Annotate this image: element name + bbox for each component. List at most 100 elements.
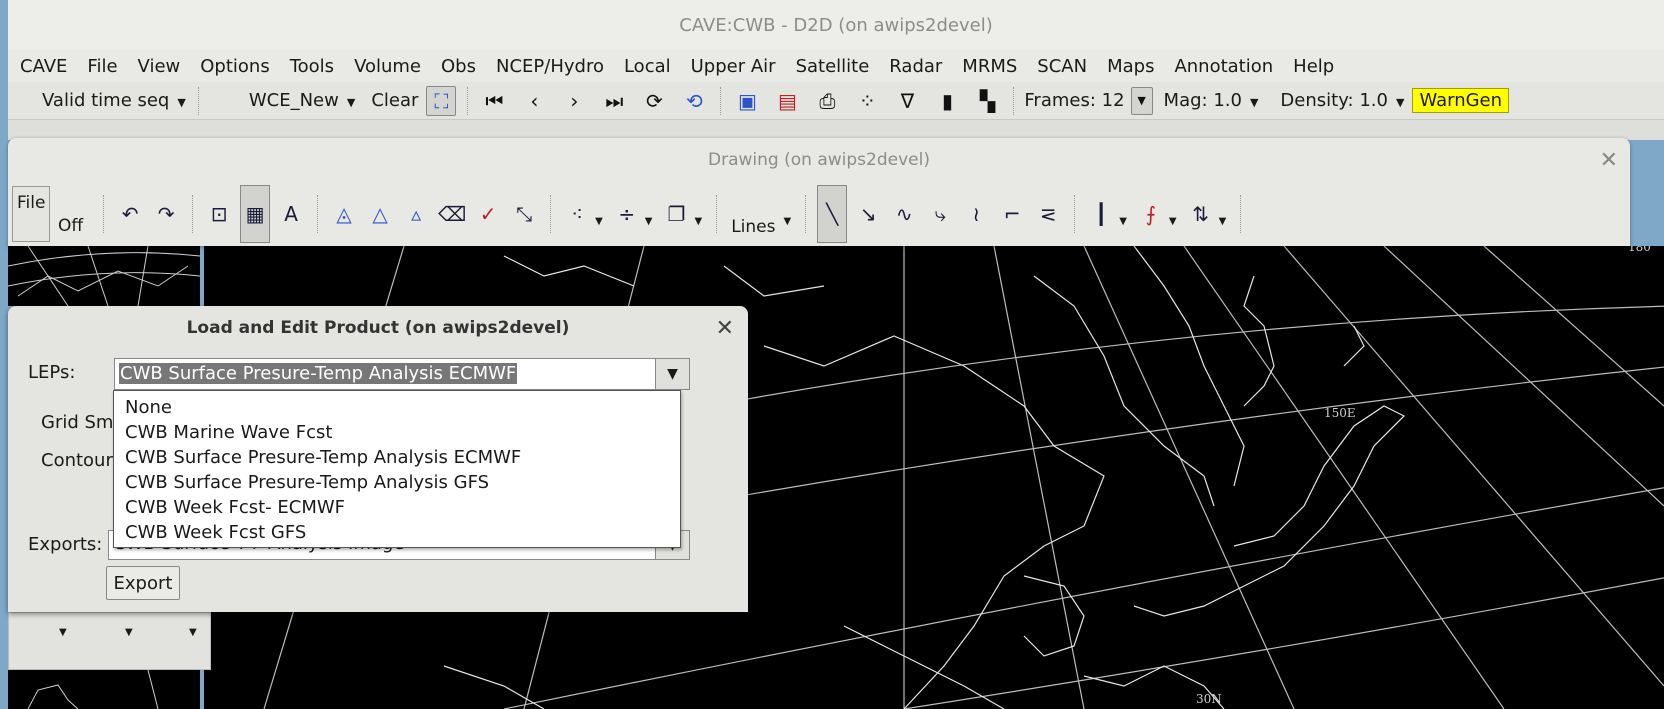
print-icon[interactable]: ⎙: [812, 86, 842, 116]
leps-value[interactable]: CWB Surface Presure-Temp Analysis ECMWF: [115, 359, 655, 389]
menu-view[interactable]: View: [126, 56, 189, 77]
menu-file[interactable]: File: [75, 56, 125, 77]
move-icon[interactable]: △: [365, 196, 395, 232]
undo-icon[interactable]: ↶: [115, 196, 145, 232]
auto-update-icon[interactable]: ⟲: [679, 86, 709, 116]
fullscreen-icon[interactable]: ⛶: [426, 85, 457, 116]
panel-four-icon[interactable]: ▚: [972, 86, 1002, 116]
arrow-icon[interactable]: ↘: [853, 196, 883, 232]
warngen-button[interactable]: WarnGen: [1412, 88, 1510, 113]
curve-arrow-icon[interactable]: ⤷: [925, 196, 955, 232]
symbols-icon[interactable]: ⁖: [562, 196, 592, 232]
front-icon[interactable]: ÷: [612, 196, 642, 232]
squiggle-icon[interactable]: ≀: [961, 196, 991, 232]
inset-map-top[interactable]: [7, 245, 201, 307]
time-mode-select[interactable]: Valid time seq ▼: [42, 90, 186, 111]
select-icon[interactable]: ⊡: [204, 196, 234, 232]
dropdown-option-week-ecmwf[interactable]: CWB Week Fcst- ECMWF: [114, 495, 680, 520]
redo-icon[interactable]: ↷: [151, 196, 181, 232]
menu-help[interactable]: Help: [1281, 56, 1342, 77]
mag-select[interactable]: Mag: 1.0 ▼: [1164, 90, 1259, 111]
menu-satellite[interactable]: Satellite: [784, 56, 878, 77]
image-icon[interactable]: ▤: [772, 86, 802, 116]
toolbar-separator: [317, 195, 319, 233]
menu-mrms[interactable]: MRMS: [950, 56, 1025, 77]
lon-150e-label: 150E: [1324, 406, 1356, 420]
first-frame-icon[interactable]: ⏮: [479, 86, 509, 116]
curve-icon[interactable]: ∿: [889, 196, 919, 232]
menu-scan[interactable]: SCAN: [1025, 56, 1095, 77]
grid-icon[interactable]: ▦: [240, 185, 271, 243]
layers-icon[interactable]: ▣: [732, 86, 762, 116]
chevron-down-icon[interactable]: ▼: [695, 216, 703, 227]
inset-graticule: [7, 245, 201, 307]
menu-radar[interactable]: Radar: [877, 56, 950, 77]
menu-upper-air[interactable]: Upper Air: [679, 56, 784, 77]
chevron-down-icon[interactable]: ▼: [1169, 216, 1177, 227]
leps-combobox[interactable]: CWB Surface Presure-Temp Analysis ECMWF …: [114, 358, 690, 390]
menu-ncep-hydro[interactable]: NCEP/Hydro: [484, 56, 612, 77]
export-button[interactable]: Export: [106, 566, 180, 600]
chevron-down-icon[interactable]: ▼: [189, 627, 197, 638]
multi-select-icon[interactable]: ◬: [329, 196, 359, 232]
dropdown-option-week-gfs[interactable]: CWB Week Fcst GFS: [114, 520, 680, 545]
box-icon[interactable]: ❐: [662, 196, 692, 232]
drawing-toolbar: File Off ↶ ↷ ⊡ ▦ A ◬ △ ▵ ⌫ ✓ ⤡ ⁖ ▼ ÷ ▼ ❐ ▼ …: [8, 182, 1630, 246]
connect-icon[interactable]: ✓: [473, 196, 503, 232]
step-back-icon[interactable]: ‹: [519, 86, 549, 116]
chevron-down-icon[interactable]: ▼: [1119, 216, 1127, 227]
dropdown-option-marine-wave[interactable]: CWB Marine Wave Fcst: [114, 420, 680, 445]
clear-button[interactable]: Clear: [371, 90, 418, 111]
chevron-down-icon[interactable]: ▼: [59, 627, 67, 638]
dropdown-option-surface-ecmwf[interactable]: CWB Surface Presure-Temp Analysis ECMWF: [114, 445, 680, 470]
inset-map-bottom[interactable]: [8, 669, 200, 709]
last-frame-icon[interactable]: ⏭: [599, 86, 629, 116]
menu-local[interactable]: Local: [612, 56, 679, 77]
procedure-select[interactable]: WCE_New ▼: [249, 90, 355, 111]
menu-options[interactable]: Options: [188, 56, 277, 77]
chevron-down-icon[interactable]: ▼: [784, 216, 792, 227]
baselines-icon[interactable]: ∇: [892, 86, 922, 116]
loop-icon[interactable]: ⟳: [639, 86, 669, 116]
density-select[interactable]: Density: 1.0 ▼: [1280, 90, 1404, 111]
menu-annotation[interactable]: Annotation: [1162, 56, 1281, 77]
lon-180-label: 180: [1628, 246, 1651, 254]
points-icon[interactable]: ⁘: [852, 86, 882, 116]
text-icon[interactable]: A: [276, 196, 306, 232]
dropdown-option-none[interactable]: None: [114, 395, 680, 420]
line-style-icon[interactable]: ⇅: [1186, 196, 1216, 232]
copy-icon[interactable]: ▵: [401, 196, 431, 232]
menu-volume[interactable]: Volume: [342, 56, 429, 77]
leps-selected-text: CWB Surface Presure-Temp Analysis ECMWF: [119, 363, 518, 384]
chevron-down-icon[interactable]: ▼: [1219, 216, 1227, 227]
zigzag-icon[interactable]: ⋜: [1033, 196, 1063, 232]
chevron-down-icon[interactable]: ▼: [645, 216, 653, 227]
chevron-down-icon: ▼: [177, 96, 186, 109]
off-label: Off: [58, 216, 84, 236]
exports-label: Exports:: [28, 534, 103, 555]
line-color-icon[interactable]: ⨍: [1136, 196, 1166, 232]
frames-dropdown-icon[interactable]: ▼: [1130, 86, 1153, 115]
toolbar-separator: [720, 86, 722, 115]
eraser-icon[interactable]: ⌫: [437, 196, 467, 232]
step-forward-icon[interactable]: ›: [559, 86, 589, 116]
resize-icon[interactable]: ⤡: [509, 196, 539, 232]
menu-maps[interactable]: Maps: [1095, 56, 1162, 77]
leps-label: LEPs:: [28, 362, 76, 383]
frames-label: Frames: 12: [1024, 90, 1125, 111]
chevron-down-icon[interactable]: ▼: [125, 627, 133, 638]
menu-tools[interactable]: Tools: [278, 56, 342, 77]
line-icon[interactable]: ╲: [817, 185, 848, 243]
chevron-down-icon[interactable]: ▼: [595, 216, 603, 227]
menu-cave[interactable]: CAVE: [8, 56, 75, 77]
file-button[interactable]: File: [12, 186, 50, 242]
close-icon[interactable]: ✕: [716, 316, 734, 341]
close-icon[interactable]: ✕: [1600, 148, 1618, 173]
panel-single-icon[interactable]: ▮: [932, 86, 962, 116]
line-width-icon[interactable]: ┃: [1086, 196, 1116, 232]
chevron-down-icon[interactable]: ▼: [655, 359, 689, 389]
dropdown-option-surface-gfs[interactable]: CWB Surface Presure-Temp Analysis GFS: [114, 470, 680, 495]
step-line-icon[interactable]: ⌐: [997, 196, 1027, 232]
menu-obs[interactable]: Obs: [429, 56, 484, 77]
toolbar-separator: [805, 195, 807, 233]
